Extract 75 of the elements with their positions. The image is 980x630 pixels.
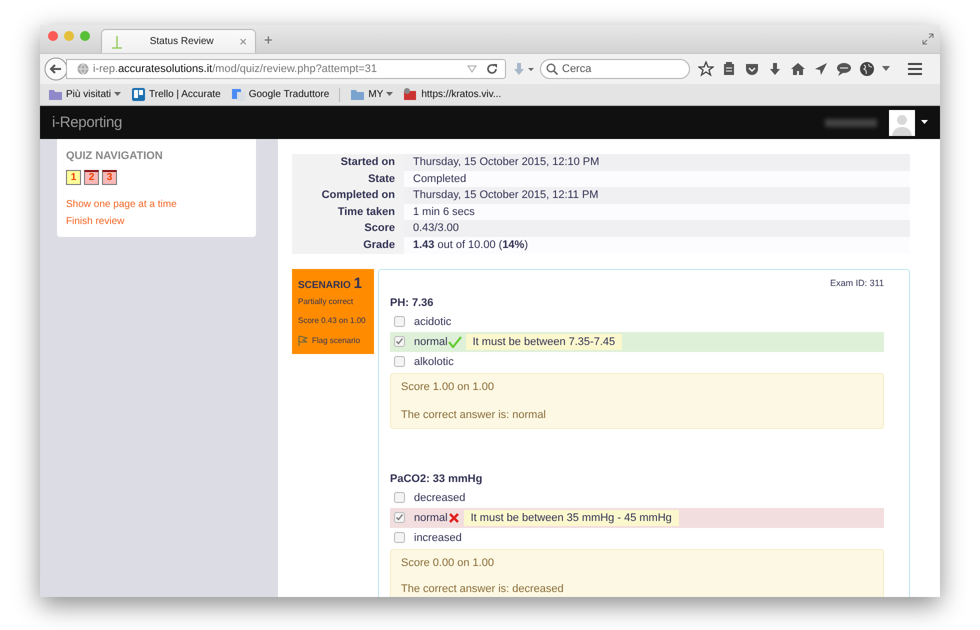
site-icon (403, 87, 418, 102)
scenario-score: Score 0.43 on 1.00 (298, 316, 367, 325)
menu-icon[interactable] (907, 62, 923, 76)
answer-feedback: It must be between 7.35-7.45 (466, 334, 622, 350)
address-bar[interactable]: i-rep.accuratesolutions.it/mod/quiz/review.php?attempt=31 (66, 59, 506, 79)
question-number-button[interactable]: 1 (66, 170, 81, 185)
dropdown-icon[interactable] (921, 120, 928, 125)
checkbox[interactable] (394, 532, 405, 544)
browser-tab[interactable]: Status Review × (101, 29, 256, 53)
folder-icon (48, 87, 63, 102)
fullscreen-icon[interactable] (922, 33, 934, 45)
app-brand[interactable]: i-Reporting (52, 114, 122, 131)
exam-id: Exam ID: 311 (829, 278, 884, 288)
flag-icon (298, 334, 308, 346)
favicon-icon (110, 34, 124, 48)
row-value: 1.43 out of 10.00 (14%) (404, 236, 910, 254)
download-icon[interactable] (767, 61, 783, 77)
question-score: Score 0.00 on 1.00 (401, 556, 495, 569)
checkbox[interactable] (394, 356, 405, 368)
blurred-username (825, 118, 877, 126)
send-icon[interactable] (813, 61, 829, 77)
clipboard-icon[interactable] (721, 61, 737, 77)
url-text: i-rep.accuratesolutions.it/mod/quiz/review.php?attempt=31 (93, 63, 378, 75)
row-label: Started on (340, 155, 396, 170)
tab-title: Status Review (148, 36, 215, 47)
row-label: Grade (362, 238, 396, 253)
answer-label: normal (414, 336, 448, 348)
bookmark-item[interactable]: https://kratos.viv... (403, 87, 502, 102)
globe-icon[interactable] (859, 61, 875, 77)
row-value: Completed (404, 170, 910, 188)
pocket-icon[interactable] (744, 61, 760, 77)
folder-icon (350, 87, 366, 102)
row-label: Time taken (336, 204, 396, 220)
home-icon[interactable] (790, 61, 806, 77)
dropdown-icon (386, 92, 394, 97)
new-tab-button[interactable]: + (256, 32, 273, 53)
check-mark-icon (448, 336, 462, 348)
reload-icon[interactable] (485, 62, 499, 76)
question-prompt: PaCO2: 33 mmHg (390, 472, 484, 485)
search-field[interactable]: Cerca (540, 59, 690, 79)
checkbox[interactable] (394, 512, 405, 524)
flag-link[interactable]: Flag scenario (298, 334, 368, 346)
panel-title: QUIZ NAVIGATION (66, 150, 163, 162)
bookmark-star-icon[interactable] (698, 61, 714, 77)
row-label: State (367, 172, 396, 187)
bookmark-item[interactable]: Google Traduttore (230, 87, 330, 102)
answer-label: decreased (414, 492, 466, 504)
download-icon[interactable] (512, 62, 534, 76)
answer-label: increased (414, 532, 462, 544)
scenario-status: Partially correct (298, 296, 354, 306)
bookmark-item[interactable]: Trello | Accurate (131, 87, 221, 102)
checkbox[interactable] (394, 336, 405, 348)
answer-label: alkolotic (414, 356, 454, 368)
answer-label: acidotic (414, 316, 452, 328)
back-button[interactable] (44, 57, 68, 81)
bookmark-item[interactable]: MY (350, 87, 394, 102)
dropdown-icon (114, 92, 122, 97)
question-score: Score 1.00 on 1.00 (401, 380, 495, 393)
checkbox[interactable] (394, 316, 405, 328)
answer-feedback: It must be between 35 mmHg - 45 mmHg (464, 510, 679, 526)
correct-answer: The correct answer is: normal (401, 408, 547, 421)
chat-bubble-icon[interactable] (836, 61, 852, 77)
correct-answer: The correct answer is: decreased (401, 582, 565, 595)
globe-icon (77, 63, 89, 75)
cross-mark-icon (448, 512, 460, 524)
checkbox[interactable] (394, 492, 405, 504)
scenario-title: SCENARIO 1 (298, 274, 363, 292)
answer-label: normal (414, 512, 448, 524)
search-icon (546, 63, 558, 75)
row-value: 1 min 6 secs (404, 204, 910, 220)
trello-icon (131, 87, 146, 102)
bookmark-item[interactable]: Più visitati (48, 87, 122, 102)
row-label: Score (363, 221, 396, 236)
question-prompt: PH: 7.36 (390, 296, 434, 309)
row-label: Completed on (320, 188, 396, 204)
